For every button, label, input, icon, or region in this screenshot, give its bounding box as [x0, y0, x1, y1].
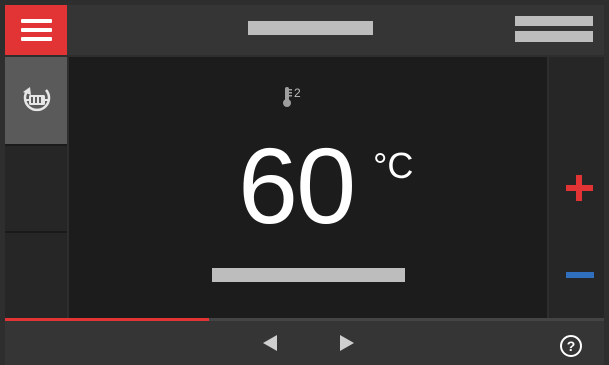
bottom-bar	[5, 321, 604, 365]
decrease-button[interactable]	[566, 272, 594, 278]
temperature-unit: °C	[373, 145, 414, 186]
sidebar-divider	[5, 231, 67, 233]
increase-button[interactable]	[576, 175, 582, 201]
status-placeholder-bottom	[515, 31, 593, 42]
menu-button[interactable]	[5, 5, 67, 55]
arrow-left-icon[interactable]	[263, 335, 277, 351]
thermostat-screen: 2 60 °C ?	[0, 0, 609, 365]
hamburger-menu-icon	[21, 19, 52, 23]
thermometer-icon	[283, 87, 292, 107]
label-placeholder	[212, 268, 405, 282]
temperature-value: 60	[238, 125, 356, 246]
title-placeholder	[248, 21, 373, 35]
arrow-right-icon[interactable]	[340, 335, 354, 351]
sensor-index: 2	[294, 86, 301, 100]
status-placeholder-top	[515, 16, 593, 26]
radiator-cycle-icon	[23, 87, 51, 112]
help-button[interactable]: ?	[560, 335, 582, 357]
sidebar-divider	[5, 144, 67, 146]
